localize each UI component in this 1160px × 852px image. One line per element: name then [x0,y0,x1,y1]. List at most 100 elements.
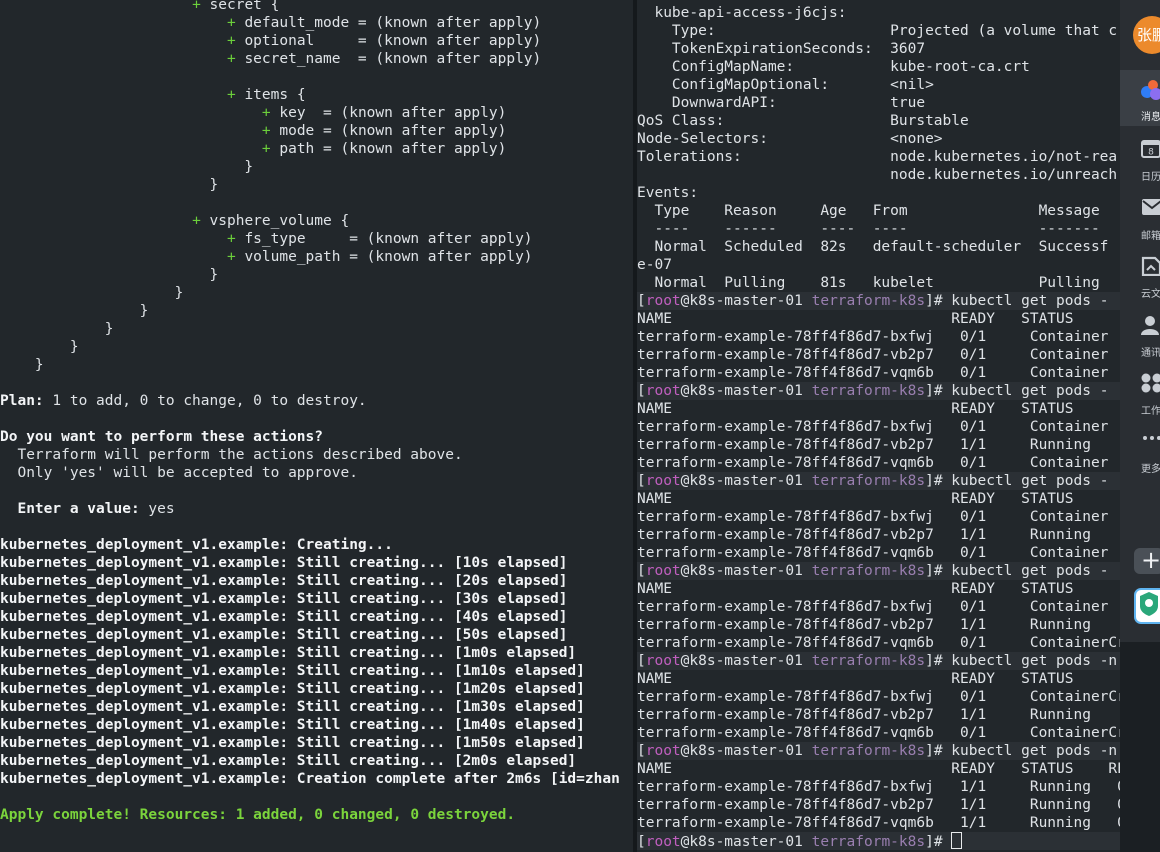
app-shortcut-icon[interactable] [1134,588,1160,624]
terminal-line: Events: [637,184,1120,202]
terminal-text: Plan: [0,393,44,409]
terminal-text: ConfigMapOptional: <nil> [637,77,934,93]
sidebar-item-label: 消息 [1141,112,1160,123]
terminal-text: kubernetes_deployment_v1.example: Still … [0,645,577,661]
terminal-line: } [0,356,633,374]
terminal-text: items { [235,87,306,103]
left-terminal-pane[interactable]: + secret { + default_mode = (known after… [0,0,633,852]
calendar-icon: 8 [1141,138,1160,160]
terminal-line: kubernetes_deployment_v1.example: Still … [0,626,633,644]
terminal-text: root [645,473,681,489]
terminal-text: [ [637,563,646,579]
terminal-text: root [645,834,681,850]
terminal-text: + [226,231,236,247]
terminal-text: fs_type = (known after apply) [235,231,533,247]
terminal-text: terraform-k8s [811,834,926,850]
terminal-line: } [0,158,633,176]
messages-icon [1141,80,1160,102]
sidebar-item-contacts[interactable]: 通讯录 [1120,312,1160,364]
terminal-line: terraform-example-78ff4f86d7-vqm6b 0/1 C… [637,634,1120,652]
sidebar-item-label: 云文档 [1141,289,1160,300]
terminal-text: terraform-example-78ff4f86d7-bxfwj 1/1 R… [637,779,1120,795]
terminal-line: Terraform will perform the actions descr… [0,446,633,464]
terminal-text: terraform-k8s [811,743,926,759]
terminal-text: } [0,177,219,193]
terminal-line: kubernetes_deployment_v1.example: Still … [0,680,633,698]
terminal-text: ]# kubectl get pods - [925,383,1109,399]
terminal-line: terraform-example-78ff4f86d7-vqm6b 0/1 C… [637,364,1120,382]
terminal-text: path = (known after apply) [270,141,507,157]
terminal-text: terraform-example-78ff4f86d7-vqm6b 0/1 C… [637,365,1109,381]
terminal-text: + [226,249,236,265]
terminal-line: terraform-example-78ff4f86d7-vqm6b 1/1 R… [637,814,1120,832]
terminal-text: } [0,285,184,301]
terminal-text: terraform-k8s [811,653,926,669]
terminal-line: terraform-example-78ff4f86d7-bxfwj 1/1 R… [637,778,1120,796]
terminal-line: } [0,176,633,194]
terminal-text: Only 'yes' will be accepted to approve. [0,465,358,481]
app-sidebar: 张鹏 消息 8 日历 邮箱 云文档 通讯录 [1120,0,1160,642]
terminal-text: terraform-k8s [811,563,926,579]
terminal-line: kube-api-access-j6cjs: [637,4,1120,22]
sidebar-item-more[interactable]: 更多 [1120,428,1160,480]
terminal-text: volume_path = (known after apply) [235,249,533,265]
terminal-line: [root@k8s-master-01 terraform-k8s]# kube… [637,652,1120,670]
terminal-text: [ [637,743,646,759]
terminal-line: NAME READY STATUS [637,670,1120,688]
add-button[interactable]: + [1134,548,1160,574]
terminal-text: NAME READY STATUS [637,401,1074,417]
terminal-text: + [226,33,236,49]
terminal-text: } [0,321,114,337]
terminal-text: yes [139,501,175,517]
terminal-text: NAME READY STATUS [637,581,1074,597]
terminal-text: root [645,653,681,669]
sidebar-item-workbench[interactable]: 工作台 [1120,370,1160,422]
terminal-text: ]# kubectl get pods -n zh [925,653,1118,669]
terminal-text: Volumes: [637,0,707,3]
sidebar-item-mail[interactable]: 邮箱 [1120,195,1160,247]
terminal-text: terraform-example-78ff4f86d7-vqm6b 0/1 C… [637,545,1109,561]
terminal-line: Do you want to perform these actions? [0,428,633,446]
terminal-text: @k8s-master-01 [680,293,812,309]
terminal-line: kubernetes_deployment_v1.example: Still … [0,608,633,626]
terminal-text: terraform-example-78ff4f86d7-bxfwj 0/1 C… [637,509,1109,525]
terminal-text: @k8s-master-01 [680,743,812,759]
terminal-text: secret_name = (known after apply) [235,51,542,67]
terminal-line: kubernetes_deployment_v1.example: Still … [0,752,633,770]
sidebar-item-label: 日历 [1141,172,1160,183]
terminal-text: root [645,293,681,309]
terminal-line: + optional = (known after apply) [0,32,633,50]
terminal-text: Terraform will perform the actions descr… [0,447,463,463]
terminal-text: terraform-example-78ff4f86d7-vqm6b 0/1 C… [637,635,1120,651]
terminal-text: + [192,0,201,13]
terminal-line: [root@k8s-master-01 terraform-k8s]# kube… [637,562,1120,580]
terminal-text: } [0,339,79,355]
terminal-text: terraform-example-78ff4f86d7-vb2p7 1/1 R… [637,617,1091,633]
terminal-text: 1 to add, 0 to change, 0 to destroy. [43,393,367,409]
right-terminal-pane[interactable]: Volumes: kube-api-access-j6cjs: Type: Pr… [637,0,1120,852]
terminal-text: @k8s-master-01 [680,653,812,669]
terminal-line: ConfigMapName: kube-root-ca.crt [637,58,1120,76]
terminal-text: + [261,105,271,121]
sidebar-item-label: 邮箱 [1141,231,1160,242]
sidebar-item-cloud-docs[interactable]: 云文档 [1120,253,1160,305]
avatar[interactable]: 张鹏 [1133,16,1160,54]
terminal-line: terraform-example-78ff4f86d7-vb2p7 1/1 R… [637,526,1120,544]
sidebar-item-calendar[interactable]: 8 日历 [1120,136,1160,188]
terminal-line: + secret { [0,0,633,14]
sidebar-item-messages[interactable]: 消息 [1120,70,1160,126]
terminal-text: + [226,15,236,31]
terminal-text: ]# [925,834,952,850]
terminal-line: kubernetes_deployment_v1.example: Creati… [0,536,633,554]
terminal-line: terraform-example-78ff4f86d7-vb2p7 1/1 R… [637,436,1120,454]
terminal-text: terraform-example-78ff4f86d7-bxfwj 0/1 C… [637,689,1120,705]
terminal-text: + [261,123,271,139]
terminal-text: terraform-example-78ff4f86d7-vb2p7 1/1 R… [637,707,1091,723]
terminal-line: NAME READY STATUS [637,580,1120,598]
